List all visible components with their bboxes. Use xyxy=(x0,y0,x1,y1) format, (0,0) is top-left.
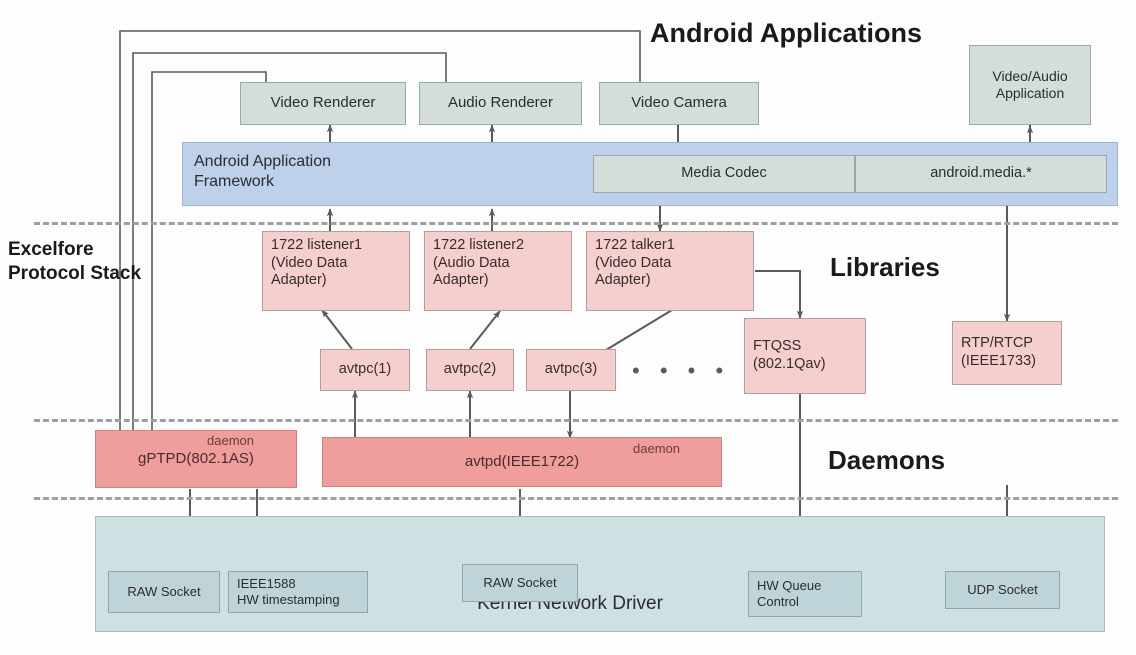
separator-libraries-daemons xyxy=(34,419,1118,422)
library-box-avtpc-2[interactable]: avtpc(2) xyxy=(426,349,514,391)
library-box-1722-talker1[interactable]: 1722 talker1 (Video Data Adapter) xyxy=(586,231,754,311)
library-box-rtp-rtcp[interactable]: RTP/RTCP (IEEE1733) xyxy=(952,321,1062,385)
kernel-box-raw-socket-2[interactable]: RAW Socket xyxy=(462,564,578,602)
daemon-tag-gptpd: daemon xyxy=(207,433,254,448)
app-box-video-renderer[interactable]: Video Renderer xyxy=(240,82,406,125)
separator-daemons-kernel xyxy=(34,497,1118,500)
kernel-box-udp-socket[interactable]: UDP Socket xyxy=(945,571,1060,609)
architecture-diagram: Android Applications Excelfore Protocol … xyxy=(0,0,1136,655)
framework-label: Android Application Framework xyxy=(194,153,331,190)
heading-daemons: Daemons xyxy=(828,445,946,475)
daemon-box-gptpd[interactable]: gPTPD(802.1AS) xyxy=(95,430,297,488)
library-box-avtpc-3[interactable]: avtpc(3) xyxy=(526,349,616,391)
library-box-avtpc-1[interactable]: avtpc(1) xyxy=(320,349,410,391)
framework-box-android-media[interactable]: android.media.* xyxy=(855,155,1107,193)
daemon-tag-avtpd: daemon xyxy=(633,441,680,456)
heading-android-applications: Android Applications xyxy=(650,18,922,48)
kernel-box-raw-socket-1[interactable]: RAW Socket xyxy=(108,571,220,613)
app-box-video-audio-application[interactable]: Video/Audio Application xyxy=(969,45,1091,125)
avtpc-ellipsis: • • • • xyxy=(632,358,731,383)
library-box-1722-listener2[interactable]: 1722 listener2 (Audio Data Adapter) xyxy=(424,231,572,311)
heading-excelfore-protocol-stack: Excelfore Protocol Stack xyxy=(8,239,142,284)
library-box-1722-listener1[interactable]: 1722 listener1 (Video Data Adapter) xyxy=(262,231,410,311)
app-box-audio-renderer[interactable]: Audio Renderer xyxy=(419,82,582,125)
separator-apps-libraries xyxy=(34,222,1118,225)
kernel-box-hw-queue-control[interactable]: HW Queue Control xyxy=(748,571,862,617)
app-box-video-camera[interactable]: Video Camera xyxy=(599,82,759,125)
library-box-ftqss[interactable]: FTQSS (802.1Qav) xyxy=(744,318,866,394)
framework-box-media-codec[interactable]: Media Codec xyxy=(593,155,855,193)
kernel-box-ieee1588[interactable]: IEEE1588 HW timestamping xyxy=(228,571,368,613)
heading-libraries: Libraries xyxy=(830,252,940,282)
